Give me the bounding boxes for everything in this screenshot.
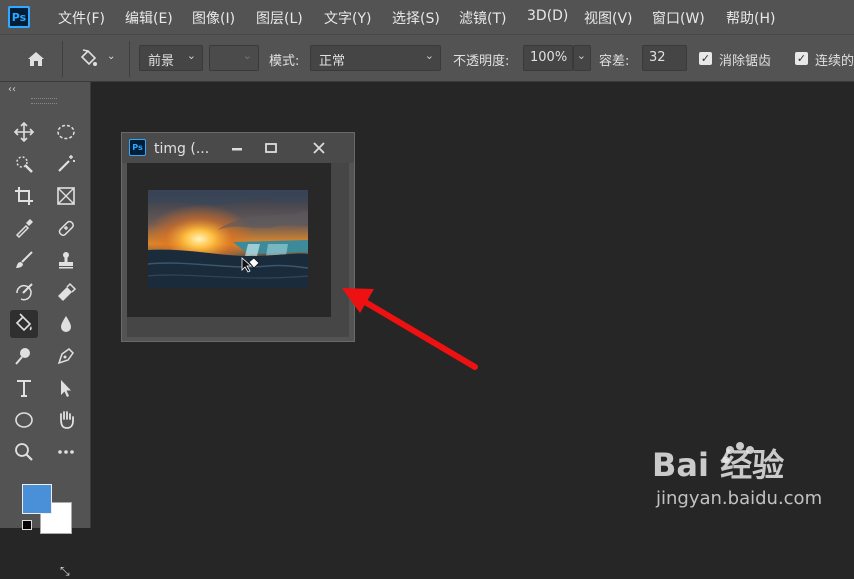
brush-icon[interactable] (10, 246, 38, 274)
document-window[interactable]: Ps timg (... (121, 132, 355, 342)
menu-file[interactable]: 文件(F) (58, 8, 105, 28)
maximize-icon[interactable] (258, 137, 284, 159)
mode-dropdown[interactable]: 正常 ⌄ (310, 45, 441, 71)
magic-wand-icon[interactable] (52, 150, 80, 178)
tolerance-label: 容差: (599, 54, 630, 69)
opacity-dropdown[interactable]: ⌄ (573, 45, 591, 71)
menu-image[interactable]: 图像(I) (192, 8, 235, 28)
menu-view[interactable]: 视图(V) (584, 8, 633, 28)
dodge-icon[interactable] (10, 342, 38, 370)
paint-bucket-preset-icon[interactable] (74, 45, 102, 73)
quick-selection-icon[interactable] (10, 150, 38, 178)
foreground-color-swatch[interactable] (22, 484, 52, 514)
hand-icon[interactable] (52, 406, 80, 434)
default-colors-icon[interactable] (22, 520, 32, 530)
zoom-icon[interactable] (10, 438, 38, 466)
crop-icon[interactable] (10, 182, 38, 210)
options-bar: ⌄ 前景 ⌄ ⌄ 模式: 正常 ⌄ 不透明度: 100% ⌄ 容差: 32 ✓ … (0, 34, 854, 82)
chevron-down-icon: ⌄ (424, 49, 434, 62)
marquee-ellipse-icon[interactable] (52, 118, 80, 146)
chevron-down-icon: ⌄ (242, 49, 252, 62)
menu-bar: Ps 文件(F) 编辑(E) 图像(I) 图层(L) 文字(Y) 选择(S) 滤… (0, 0, 854, 34)
menu-window[interactable]: 窗口(W) (652, 8, 705, 28)
preset-chevron-icon[interactable]: ⌄ (107, 51, 115, 62)
tolerance-input[interactable]: 32 (642, 45, 687, 71)
minimize-icon[interactable] (224, 137, 250, 159)
red-annotation-arrow (330, 275, 490, 385)
antialias-checkbox[interactable]: ✓ (699, 52, 712, 65)
move-icon[interactable] (10, 118, 38, 146)
document-title-bar[interactable]: Ps timg (... (122, 133, 354, 163)
horizontal-scrollbar[interactable] (127, 317, 331, 337)
ellipse-shape-icon[interactable] (10, 406, 38, 434)
pattern-dropdown[interactable]: ⌄ (209, 45, 259, 71)
fill-source-dropdown[interactable]: 前景 ⌄ (139, 45, 203, 71)
frame-icon[interactable] (52, 182, 80, 210)
chevron-down-icon: ⌄ (576, 49, 586, 62)
eraser-icon[interactable] (52, 278, 80, 306)
eyedropper-icon[interactable] (10, 214, 38, 242)
opacity-input[interactable]: 100% (523, 45, 573, 71)
pen-icon[interactable] (52, 342, 80, 370)
home-icon[interactable] (22, 45, 50, 73)
fill-source-value: 前景 (148, 54, 175, 69)
baidu-jingyan-watermark: Bai 经验 jingyan.baidu.com (650, 432, 850, 522)
mode-value: 正常 (319, 54, 346, 69)
type-icon[interactable] (10, 374, 38, 402)
document-title: timg (... (154, 141, 210, 157)
healing-brush-icon[interactable] (52, 214, 80, 242)
contiguous-checkbox[interactable]: ✓ (795, 52, 808, 65)
path-selection-icon[interactable] (52, 374, 80, 402)
tools-panel: ‹‹ ⤡ (0, 82, 91, 578)
menu-edit[interactable]: 编辑(E) (125, 8, 173, 28)
canvas-area[interactable] (127, 163, 331, 317)
antialias-label: 消除锯齿 (719, 54, 772, 69)
swap-colors-icon[interactable]: ⤡ (60, 564, 70, 579)
mode-label: 模式: (269, 54, 300, 69)
watermark-url: jingyan.baidu.com (655, 488, 822, 509)
close-icon[interactable] (306, 137, 332, 159)
more-tools-icon[interactable] (52, 438, 80, 466)
chevron-down-icon: ⌄ (186, 49, 196, 62)
blur-icon[interactable] (52, 310, 80, 338)
menu-select[interactable]: 选择(S) (392, 8, 440, 28)
photoshop-doc-icon: Ps (129, 139, 146, 156)
paint-bucket-icon[interactable] (10, 310, 38, 338)
watermark-brand: Bai 经验 (652, 446, 784, 484)
panel-grip[interactable] (31, 98, 57, 104)
photoshop-logo[interactable]: Ps (8, 6, 30, 28)
menu-filter[interactable]: 滤镜(T) (459, 8, 506, 28)
menu-help[interactable]: 帮助(H) (726, 8, 775, 28)
menu-layer[interactable]: 图层(L) (256, 8, 303, 28)
menu-3d[interactable]: 3D(D) (527, 8, 568, 24)
menu-type[interactable]: 文字(Y) (324, 8, 371, 28)
history-brush-icon[interactable] (10, 278, 38, 306)
waterfall-sunset-image[interactable] (148, 190, 308, 288)
opacity-label: 不透明度: (453, 54, 510, 69)
collapse-panel-icon[interactable]: ‹‹ (8, 84, 16, 95)
contiguous-label: 连续的 (815, 54, 854, 69)
clone-stamp-icon[interactable] (52, 246, 80, 274)
